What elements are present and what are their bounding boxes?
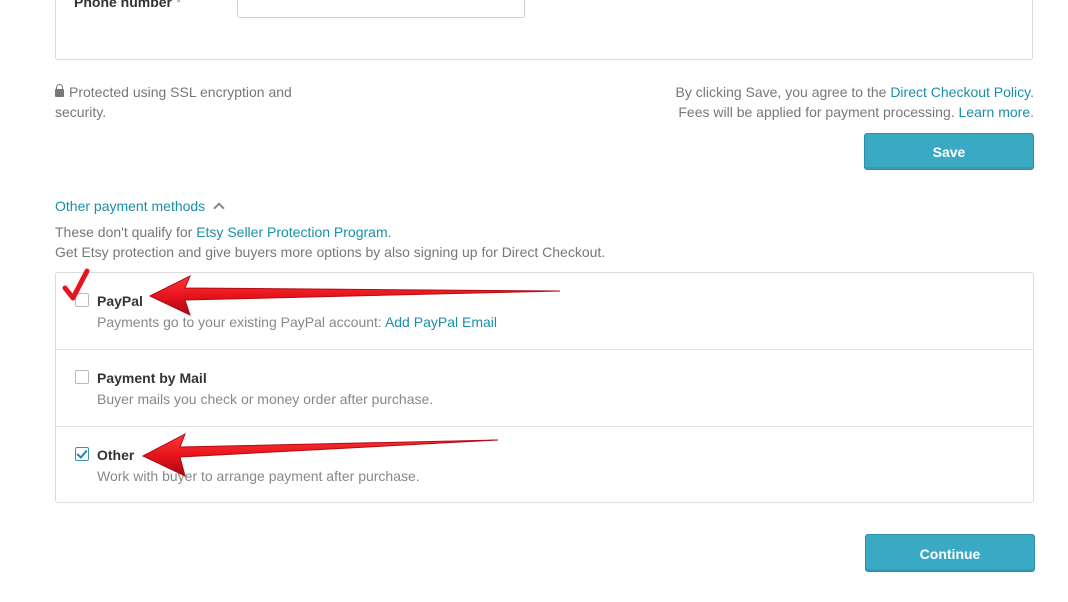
payment-method-mail: Payment by Mail Buyer mails you check or… [56,350,1033,427]
seller-protection-link[interactable]: Etsy Seller Protection Program [196,224,387,240]
payment-by-mail-checkbox[interactable] [75,370,89,384]
lock-icon [55,84,64,97]
add-paypal-email-link[interactable]: Add PayPal Email [385,314,497,330]
policy-note: By clicking Save, you agree to the Direc… [676,82,1034,122]
direct-checkout-policy-link[interactable]: Direct Checkout Policy [890,84,1030,100]
phone-number-label-text: Phone number [74,0,173,10]
policy-period: . [1030,84,1034,100]
phone-number-input[interactable] [237,0,525,18]
fees-text: Fees will be applied for payment process… [678,104,959,120]
policy-text: By clicking Save, you agree to the [675,84,891,100]
qualify-period: . [387,224,392,240]
payment-methods-list: PayPal Payments go to your existing PayP… [55,272,1034,503]
other-description: Work with buyer to arrange payment after… [97,468,420,484]
qualify-text: These don't qualify for [55,224,197,240]
protection-note: These don't qualify for Etsy Seller Prot… [55,222,605,262]
paypal-checkbox[interactable] [75,293,89,307]
other-payment-methods-label[interactable]: Other payment methods [55,198,205,214]
payment-by-mail-title[interactable]: Payment by Mail [97,368,207,388]
paypal-description-text: Payments go to your existing PayPal acco… [97,314,385,330]
ssl-note-text: Protected using SSL encryption and secur… [55,84,292,120]
fees-period: . [1030,104,1034,120]
other-payment-methods-toggle[interactable]: Other payment methods [55,196,225,216]
payment-method-other: Other Work with buyer to arrange payment… [56,427,1033,504]
paypal-description: Payments go to your existing PayPal acco… [97,312,497,332]
save-button[interactable]: Save [864,133,1034,170]
ssl-note: Protected using SSL encryption and secur… [55,82,345,122]
contact-form-card [55,0,1033,60]
phone-number-label: Phone number * [74,0,181,10]
payment-by-mail-description: Buyer mails you check or money order aft… [97,391,434,407]
other-title[interactable]: Other [97,445,134,465]
paypal-title[interactable]: PayPal [97,291,143,311]
other-checkbox[interactable] [75,447,89,461]
payment-method-paypal: PayPal Payments go to your existing PayP… [56,273,1033,350]
continue-button[interactable]: Continue [865,534,1035,572]
learn-more-link[interactable]: Learn more [959,104,1031,120]
chevron-up-icon[interactable] [213,202,225,214]
protection-text: Get Etsy protection and give buyers more… [55,244,606,260]
required-mark: * [175,0,182,10]
